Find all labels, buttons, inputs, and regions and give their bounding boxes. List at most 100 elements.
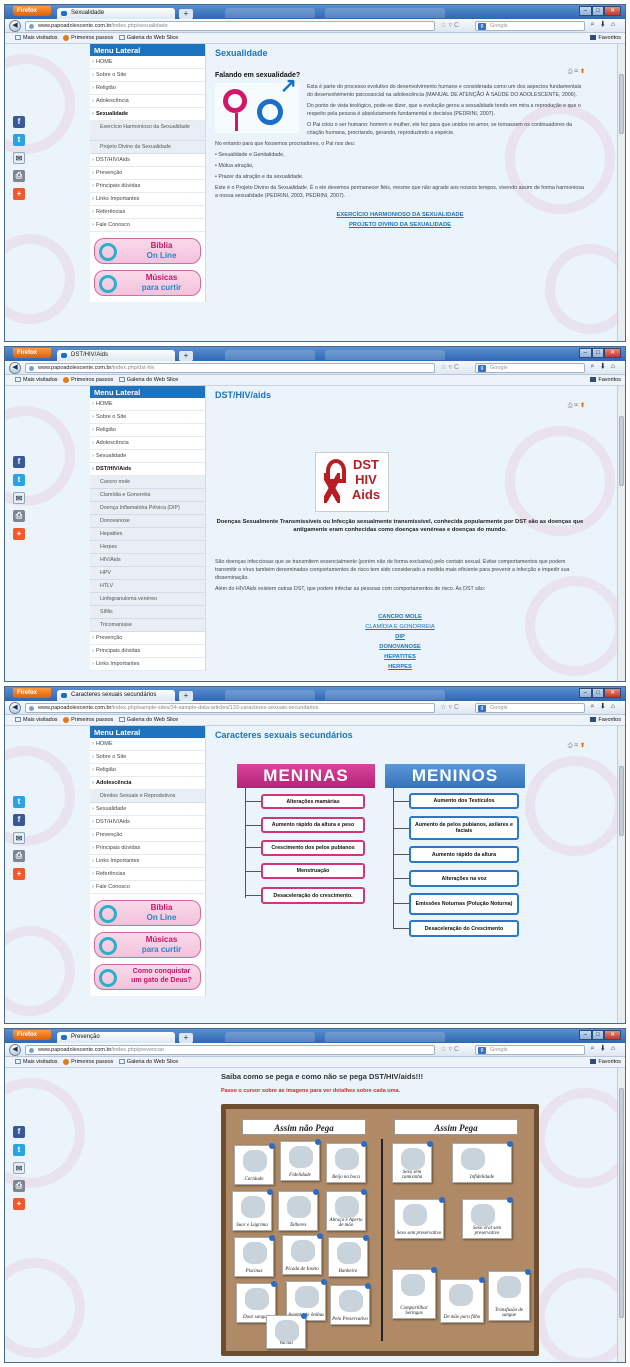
- favorites-button[interactable]: Favoritos: [590, 1057, 621, 1068]
- background-tab[interactable]: [325, 690, 445, 700]
- back-arrow-icon[interactable]: ◀: [9, 362, 21, 374]
- toolbar-icons[interactable]: ⌕⬇⌂: [591, 21, 622, 29]
- background-tab[interactable]: [225, 350, 315, 360]
- submenu-item[interactable]: Tricomaníase: [90, 619, 205, 632]
- submenu-item[interactable]: HTLV: [90, 580, 205, 593]
- menu-item-links[interactable]: Links Importantes: [90, 855, 205, 868]
- submenu-item[interactable]: Clamídia e Gonorréia: [90, 489, 205, 502]
- bookmark-primeiros-passos[interactable]: Primeiros passos: [71, 377, 113, 383]
- banner-como-conquistar[interactable]: Como conquistar um gato de Deus?: [94, 964, 201, 990]
- maximize-icon[interactable]: □: [591, 688, 605, 698]
- banner-biblia[interactable]: Bíblia On Line: [94, 238, 201, 264]
- submenu-item[interactable]: HPV: [90, 567, 205, 580]
- menu-item-home[interactable]: HOME: [90, 398, 205, 411]
- address-bar[interactable]: www.papoadolescente.com.br/index.php/dst…: [25, 363, 435, 373]
- menu-item-dst[interactable]: DST/HIV/Aids: [90, 816, 205, 829]
- scrollbar[interactable]: [617, 44, 625, 341]
- submenu-projeto[interactable]: Projeto Divino da Sexualidade: [90, 141, 205, 154]
- close-icon[interactable]: ✕: [604, 1030, 622, 1040]
- browser-tab[interactable]: DST/HIV/Aids: [57, 350, 175, 361]
- facebook-icon[interactable]: f: [13, 116, 25, 128]
- new-tab-button[interactable]: +: [179, 9, 193, 19]
- twitter-icon[interactable]: t: [13, 796, 25, 808]
- search-box[interactable]: Google: [475, 703, 585, 713]
- bookmark-mais-visitados[interactable]: Mais visitados: [23, 1059, 58, 1065]
- menu-item-prevencao[interactable]: Prevenção: [90, 167, 205, 180]
- toolbar-icons[interactable]: ⌕⬇⌂: [591, 363, 622, 371]
- back-arrow-icon[interactable]: ◀: [9, 702, 21, 714]
- link-hepatites[interactable]: HEPATITES: [215, 652, 585, 662]
- nao-pega-card[interactable]: Fidelidade: [280, 1139, 321, 1181]
- browser-tab[interactable]: Sexualidade: [57, 8, 175, 19]
- pega-card[interactable]: De mãe para filho: [440, 1277, 485, 1323]
- nao-pega-card[interactable]: Pelo Preservativo: [330, 1283, 371, 1325]
- menu-item-sexualidade[interactable]: Sexualidade: [90, 450, 205, 463]
- pega-card[interactable]: Sexo oral sem preservativo: [462, 1197, 513, 1239]
- submenu-item[interactable]: Hepatites: [90, 528, 205, 541]
- email-icon[interactable]: ✉: [13, 492, 25, 504]
- bookmark-primeiros-passos[interactable]: Primeiros passos: [71, 717, 113, 723]
- nao-pega-card[interactable]: Suor e Lágrima: [232, 1189, 273, 1231]
- firefox-menu-button[interactable]: Firefox: [13, 6, 51, 16]
- plus-share-icon[interactable]: +: [13, 1198, 25, 1210]
- new-tab-button[interactable]: +: [179, 691, 193, 701]
- link-dip[interactable]: DIP: [215, 632, 585, 642]
- plus-share-icon[interactable]: +: [13, 188, 25, 200]
- bookmark-star-icon[interactable]: ☆ ▿ C: [440, 363, 459, 371]
- favorites-button[interactable]: Favoritos: [590, 375, 621, 386]
- email-icon[interactable]: ✉: [13, 832, 25, 844]
- menu-item-duvidas[interactable]: Principais dúvidas: [90, 842, 205, 855]
- menu-item-adolescencia[interactable]: Adolescência: [90, 777, 205, 790]
- firefox-menu-button[interactable]: Firefox: [13, 348, 51, 358]
- menu-item-home[interactable]: HOME: [90, 56, 205, 69]
- nao-pega-card[interactable]: Vacina: [266, 1313, 307, 1349]
- toolbar-icons[interactable]: ⌕⬇⌂: [591, 703, 622, 711]
- firefox-menu-button[interactable]: Firefox: [13, 1030, 51, 1040]
- address-bar[interactable]: www.papoadolescente.com.br/index.php/sam…: [25, 703, 435, 713]
- banner-musicas[interactable]: Músicas para curtir: [94, 270, 201, 296]
- menu-item-referencias[interactable]: Referências: [90, 868, 205, 881]
- bookmark-primeiros-passos[interactable]: Primeiros passos: [71, 35, 113, 41]
- bookmark-mais-visitados[interactable]: Mais visitados: [23, 35, 58, 41]
- facebook-icon[interactable]: f: [13, 456, 25, 468]
- search-box[interactable]: Google: [475, 1045, 585, 1055]
- twitter-icon[interactable]: t: [13, 134, 25, 146]
- maximize-icon[interactable]: □: [591, 1030, 605, 1040]
- facebook-icon[interactable]: f: [13, 814, 25, 826]
- menu-item-fale[interactable]: Fale Conosco: [90, 219, 205, 232]
- twitter-icon[interactable]: t: [13, 1144, 25, 1156]
- address-bar[interactable]: www.papoadolescente.com.br/index.php/pre…: [25, 1045, 435, 1055]
- submenu-item[interactable]: Linfogranuloma venéreo: [90, 593, 205, 606]
- print-icon[interactable]: ⎙: [13, 170, 25, 182]
- menu-item-links[interactable]: Links Importantes: [90, 658, 205, 671]
- menu-item-duvidas[interactable]: Principais dúvidas: [90, 180, 205, 193]
- bookmark-primeiros-passos[interactable]: Primeiros passos: [71, 1059, 113, 1065]
- scrollbar[interactable]: [617, 1068, 625, 1362]
- submenu-exercicio[interactable]: Exercício Harmonioso da Sexualidade: [90, 121, 205, 141]
- link-cancro-mole[interactable]: CANCRO MOLE: [215, 612, 585, 622]
- favorites-button[interactable]: Favoritos: [590, 33, 621, 44]
- new-tab-button[interactable]: +: [179, 1033, 193, 1043]
- bookmark-star-icon[interactable]: ☆ ▿ C: [440, 703, 459, 711]
- menu-item-sexualidade[interactable]: Sexualidade: [90, 108, 205, 121]
- menu-item-duvidas[interactable]: Principais dúvidas: [90, 645, 205, 658]
- scrollbar-thumb[interactable]: [619, 74, 624, 134]
- twitter-icon[interactable]: t: [13, 474, 25, 486]
- minimize-icon[interactable]: –: [579, 1030, 592, 1040]
- menu-item-adolescencia[interactable]: Adolescência: [90, 437, 205, 450]
- plus-share-icon[interactable]: +: [13, 528, 25, 540]
- browser-tab[interactable]: Caracteres sexuais secundários: [57, 690, 175, 701]
- scrollbar-thumb[interactable]: [619, 416, 624, 486]
- background-tab[interactable]: [325, 350, 445, 360]
- menu-item-sobre[interactable]: Sobre o Site: [90, 411, 205, 424]
- menu-item-fale[interactable]: Fale Conosco: [90, 881, 205, 894]
- nao-pega-card[interactable]: Banheiro: [328, 1235, 369, 1277]
- background-tab[interactable]: [325, 8, 445, 18]
- bookmark-mais-visitados[interactable]: Mais visitados: [23, 377, 58, 383]
- scrollbar-thumb[interactable]: [619, 1088, 624, 1318]
- browser-tab[interactable]: Prevenção: [57, 1032, 175, 1043]
- submenu-direitos[interactable]: Direitos Sexuais e Reprodutivos: [90, 790, 205, 803]
- bookmark-galeria[interactable]: Galeria do Web Slice: [127, 1059, 179, 1065]
- minimize-icon[interactable]: –: [579, 348, 592, 358]
- print-icon[interactable]: ⎙: [13, 510, 25, 522]
